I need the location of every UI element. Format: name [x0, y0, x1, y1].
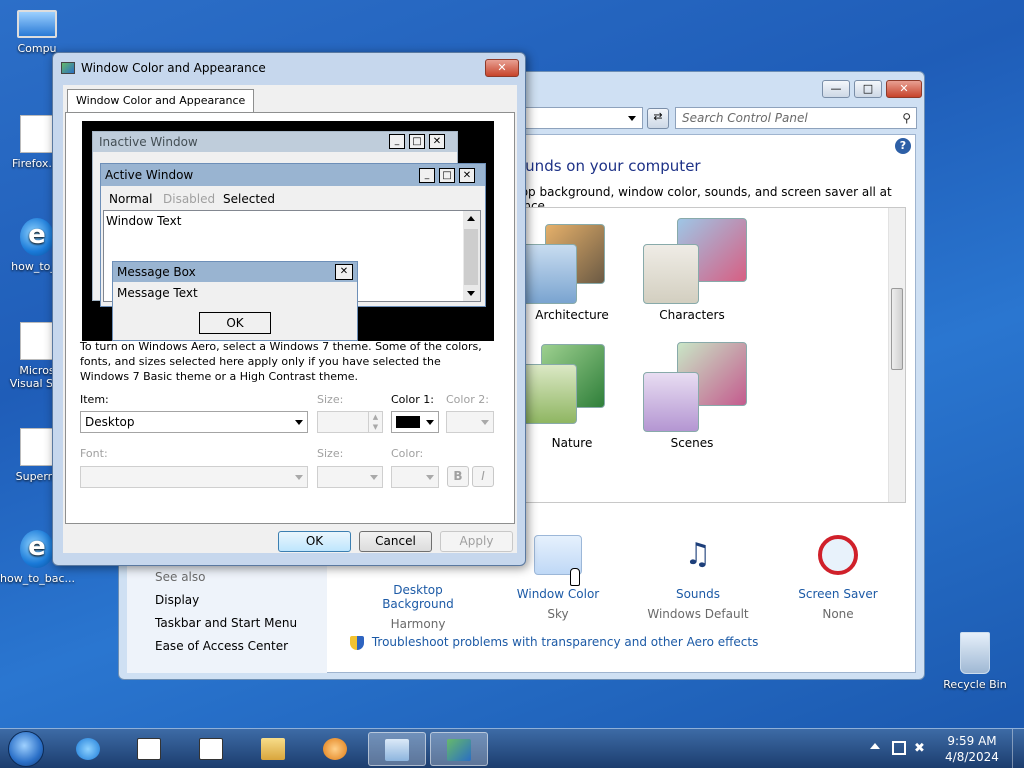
color2-picker	[446, 411, 494, 433]
appearance-preview[interactable]: Inactive Window _ □ ✕ Active Window _ □ …	[82, 121, 494, 341]
cancel-button[interactable]: Cancel	[359, 531, 432, 552]
minimize-icon: _	[389, 134, 405, 149]
cursor-hand-icon	[570, 568, 580, 586]
control-panel-icon	[385, 739, 409, 761]
theme-characters[interactable]: Characters	[627, 212, 757, 322]
help-icon[interactable]: ?	[895, 138, 911, 154]
taskbar-window-color[interactable]	[430, 732, 488, 766]
message-box-preview[interactable]: Message Box ✕ Message Text OK	[112, 261, 358, 341]
document-icon	[20, 428, 54, 466]
theme-architecture[interactable]: Architecture	[517, 212, 627, 322]
screen-saver-icon	[818, 535, 858, 575]
scrollbar[interactable]	[888, 208, 905, 502]
screen-saver-item[interactable]: Screen Saver None	[778, 535, 898, 621]
maximize-icon: □	[409, 134, 425, 149]
theme-nature[interactable]: Nature	[517, 340, 627, 450]
tab-window-color[interactable]: Window Color and Appearance	[67, 89, 255, 113]
display-icon	[447, 739, 471, 761]
close-icon: ✕	[429, 134, 445, 149]
start-button[interactable]	[8, 731, 44, 767]
taskbar-control-panel[interactable]	[368, 732, 426, 766]
computer-icon	[17, 10, 57, 38]
left-link-display[interactable]: Display	[155, 593, 199, 607]
taskbar-media-player[interactable]	[307, 732, 363, 766]
taskbar: ✖ 9:59 AM 4/8/2024	[0, 728, 1024, 768]
desktop-icon-recycle-bin[interactable]: Recycle Bin	[938, 632, 1012, 691]
internet-explorer-icon: e	[20, 218, 54, 256]
network-icon[interactable]	[892, 741, 906, 755]
dialog-body: Window Color and Appearance Inactive Win…	[63, 85, 517, 553]
document-icon	[20, 115, 54, 153]
page-title: ounds on your computer	[516, 157, 701, 175]
message-box-ok-button[interactable]: OK	[199, 312, 271, 334]
taskbar-app-2[interactable]	[183, 732, 239, 766]
troubleshoot-link[interactable]: Troubleshoot problems with transparency …	[350, 635, 758, 650]
font-color-label: Color:	[391, 447, 424, 460]
window-icon	[199, 738, 223, 760]
close-button[interactable]: ✕	[886, 80, 922, 98]
search-icon: ⚲	[902, 111, 911, 125]
sounds-item[interactable]: ♫ Sounds Windows Default	[638, 535, 758, 621]
maximize-icon: □	[439, 168, 455, 183]
show-desktop-button[interactable]	[1012, 729, 1024, 768]
recycle-bin-icon	[960, 632, 990, 674]
item-select[interactable]: Desktop	[80, 411, 308, 433]
window-icon	[137, 738, 161, 760]
ok-button[interactable]: OK	[278, 531, 351, 552]
window-color-dialog[interactable]: Window Color and Appearance ✕ Window Col…	[52, 52, 526, 566]
chevron-down-icon[interactable]	[628, 116, 636, 121]
theme-list[interactable]: Architecture Characters Nature Scenes	[516, 207, 906, 503]
taskbar-explorer[interactable]	[245, 732, 301, 766]
desktop-background-item[interactable]: Desktop Background Harmony	[358, 583, 478, 631]
taskbar-app-1[interactable]	[121, 732, 177, 766]
size-label: Size:	[317, 393, 344, 406]
document-icon	[20, 322, 54, 360]
close-icon: ✕	[459, 168, 475, 183]
font-color-picker	[391, 466, 439, 488]
left-pane: See also Display Taskbar and Start Menu …	[127, 552, 327, 673]
folder-icon	[261, 738, 285, 760]
left-link-taskbar[interactable]: Taskbar and Start Menu	[155, 616, 297, 630]
search-input[interactable]: Search Control Panel ⚲	[675, 107, 917, 129]
color1-picker[interactable]	[391, 411, 439, 433]
sounds-icon: ♫	[684, 537, 712, 572]
close-button[interactable]: ✕	[485, 59, 519, 77]
font-size-label: Size:	[317, 447, 344, 460]
font-label: Font:	[80, 447, 108, 460]
minimize-button[interactable]: —	[822, 80, 850, 98]
internet-explorer-icon: e	[20, 530, 54, 568]
bold-button: B	[447, 466, 469, 487]
item-label: Item:	[80, 393, 109, 406]
font-select	[80, 466, 308, 488]
scrollbar	[463, 211, 480, 301]
taskbar-ie[interactable]	[60, 732, 116, 766]
font-size-select	[317, 466, 383, 488]
display-icon	[61, 62, 75, 74]
aero-info-text: To turn on Windows Aero, select a Window…	[80, 340, 482, 383]
show-hidden-icons-icon[interactable]	[870, 743, 880, 749]
media-player-icon	[323, 738, 347, 760]
color1-label: Color 1:	[391, 393, 434, 406]
internet-explorer-icon	[76, 738, 100, 760]
desktop-icon-computer[interactable]: Compu	[0, 10, 74, 55]
apply-button: Apply	[440, 531, 513, 552]
close-icon: ✕	[335, 264, 353, 280]
color2-label: Color 2:	[446, 393, 489, 406]
color1-swatch	[396, 416, 420, 428]
italic-button: I	[472, 466, 494, 487]
volume-muted-icon[interactable]: ✖	[914, 741, 925, 756]
maximize-button[interactable]: □	[854, 80, 882, 98]
address-bar[interactable]	[525, 107, 643, 129]
size-stepper: ▲ ▼	[317, 411, 383, 433]
dialog-title: Window Color and Appearance	[81, 61, 266, 75]
tab-panel: Inactive Window _ □ ✕ Active Window _ □ …	[65, 112, 515, 524]
refresh-button[interactable]: ⇄	[647, 108, 669, 129]
shield-icon	[350, 635, 364, 650]
minimize-icon: _	[419, 168, 435, 183]
theme-scenes[interactable]: Scenes	[627, 340, 757, 450]
clock[interactable]: 9:59 AM 4/8/2024	[940, 733, 1004, 765]
scroll-thumb[interactable]	[891, 288, 903, 370]
left-link-ease-of-access[interactable]: Ease of Access Center	[155, 639, 288, 653]
